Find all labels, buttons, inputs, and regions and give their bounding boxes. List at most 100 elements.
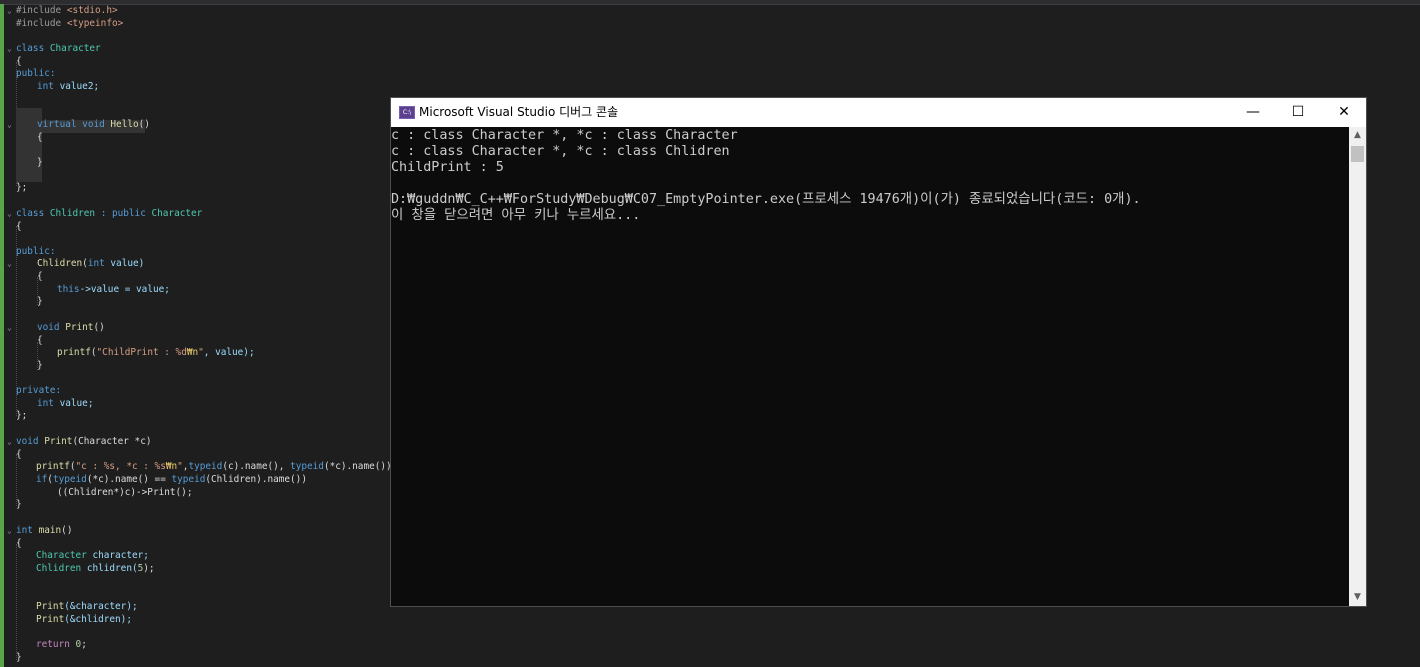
keyword: : public (95, 208, 152, 219)
string-literal: "c : %s, *c : %s (75, 461, 166, 472)
code-line: { (16, 220, 22, 233)
pp-include: #include (16, 18, 67, 29)
console-line: c : class Character *, *c : class Charac… (391, 128, 738, 143)
brace: { (16, 221, 22, 232)
code-line: } (16, 651, 22, 664)
console-title-bar[interactable]: C:\ Microsoft Visual Studio 디버그 콘솔 — ☐ ✕ (391, 98, 1366, 127)
code-line: int main() (16, 524, 72, 537)
code-line: virtual void Hello() (37, 118, 150, 131)
keyword: int (37, 398, 54, 409)
expression: (c).name(), (222, 461, 291, 472)
type-name: Character (36, 550, 87, 561)
console-output[interactable]: c : class Character *, *c : class Charac… (391, 127, 1349, 607)
pp-include: #include (16, 5, 67, 16)
indent-guide (16, 544, 17, 660)
keyword: if (36, 474, 48, 485)
code-line: printf("ChildPrint : %d₩n", value); (57, 346, 255, 359)
member-access: ->value = (79, 284, 137, 295)
code-line: this->value = value; (57, 283, 170, 296)
function-name: main (38, 525, 62, 536)
maximize-button[interactable]: ☐ (1275, 98, 1321, 127)
code-line: private: (16, 384, 61, 397)
code-line: } (37, 156, 43, 169)
punctuation: ; (81, 639, 87, 650)
code-line: Chlidren(int value) (37, 257, 144, 270)
code-line: public: (16, 67, 56, 80)
fold-icon[interactable]: ⌄ (7, 257, 12, 270)
brace: } (37, 157, 43, 168)
keyword: typeid (290, 461, 324, 472)
type-name: Chlidren (36, 563, 82, 574)
punctuation: ); (143, 563, 155, 574)
expression: (*c).name()); (323, 461, 398, 472)
brace: } (37, 360, 43, 371)
escape-sequence: ₩n (186, 347, 199, 358)
function-name: Print (65, 322, 94, 333)
keyword: return (36, 639, 70, 650)
keyword: int (16, 525, 33, 536)
function-name: Print (36, 601, 65, 612)
keyword: typeid (171, 474, 206, 485)
code-line: int value; (37, 397, 93, 410)
close-button[interactable]: ✕ (1321, 98, 1367, 127)
code-line: { (37, 131, 43, 144)
brace: { (37, 132, 43, 143)
fold-icon[interactable]: ⌄ (7, 524, 12, 537)
parameter: value) (110, 258, 145, 269)
debug-console-window[interactable]: C:\ Microsoft Visual Studio 디버그 콘솔 — ☐ ✕… (390, 97, 1367, 607)
code-line: int value2; (37, 80, 99, 93)
code-line: ((Chlidren*)c)->Print(); (57, 486, 192, 499)
keyword: int (87, 258, 105, 269)
minimize-button[interactable]: — (1230, 98, 1276, 127)
code-line: class Character (16, 42, 101, 55)
arguments: , value); (203, 347, 255, 358)
code-line: { (16, 537, 22, 550)
code-line: { (37, 270, 43, 283)
function-name: Chlidren (37, 258, 83, 269)
code-line: return 0; (36, 638, 87, 651)
console-line: c : class Character *, *c : class Chlidr… (391, 144, 730, 159)
scroll-down-arrow-icon[interactable]: ▼ (1349, 589, 1366, 606)
brace: } (16, 652, 22, 663)
code-line: Print(&chlidren); (36, 613, 132, 626)
fold-icon[interactable]: ⌄ (7, 4, 12, 17)
fold-icon[interactable]: ⌄ (7, 321, 12, 334)
keyword: class (16, 208, 45, 219)
code-line: }; (16, 181, 27, 194)
include-file: <typeinfo> (66, 18, 124, 29)
code-line: } (37, 295, 43, 308)
console-line: D:₩guddn₩C_C++₩ForStudy₩Debug₩C07_EmptyP… (391, 192, 1141, 207)
arguments: (&chlidren); (64, 614, 132, 625)
variable: value; (59, 398, 94, 409)
code-line: void Print(Character *c) (16, 435, 152, 448)
code-line: } (16, 498, 22, 511)
scroll-up-arrow-icon[interactable]: ▲ (1349, 127, 1366, 144)
expression: ((Chlidren*)c)->Print(); (57, 487, 193, 498)
brace: } (37, 296, 43, 307)
console-scrollbar[interactable]: ▲ ▼ (1349, 127, 1366, 606)
parameter: value; (136, 284, 170, 295)
type-name: Chlidren (49, 208, 96, 219)
function-name: Hello (110, 119, 139, 130)
fold-icon[interactable]: ⌄ (7, 435, 12, 448)
include-file: <stdio.h> (66, 5, 118, 16)
fold-icon[interactable]: ⌄ (7, 42, 12, 55)
brace: { (37, 271, 43, 282)
parens: () (93, 322, 105, 333)
parens: () (138, 119, 150, 130)
keyword: this (57, 284, 80, 295)
fold-icon[interactable]: ⌄ (7, 118, 12, 131)
console-line: ChildPrint : 5 (391, 160, 504, 175)
access-specifier: private: (16, 385, 62, 396)
fold-icon[interactable]: ⌄ (7, 207, 12, 220)
brace: { (16, 449, 22, 460)
keyword: void (82, 119, 105, 130)
function-name: Print (44, 436, 73, 447)
brace: { (37, 335, 43, 346)
keyword: void (16, 436, 39, 447)
keyword: class (16, 43, 45, 54)
code-line: Character character; (36, 549, 149, 562)
code-line: #include <typeinfo> (16, 17, 123, 30)
scroll-thumb[interactable] (1351, 146, 1364, 162)
